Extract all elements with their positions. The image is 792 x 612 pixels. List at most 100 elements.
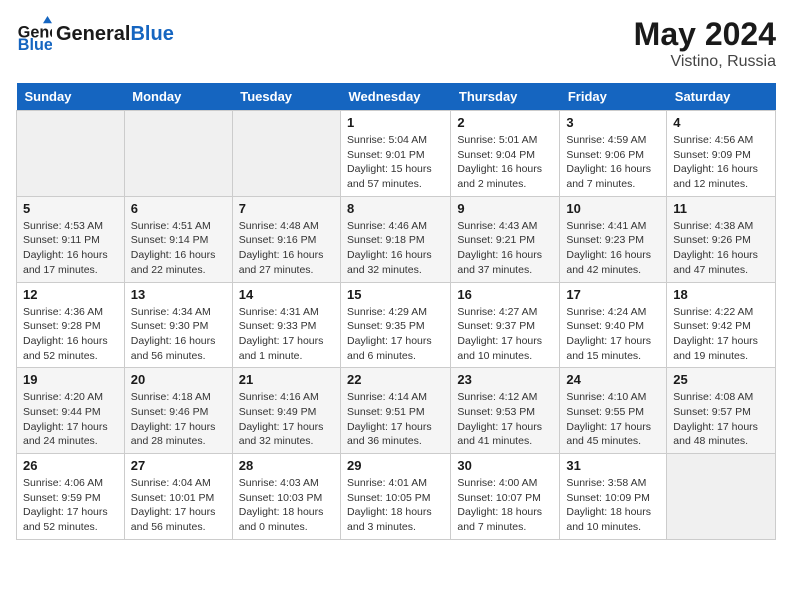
day-number: 4 xyxy=(673,115,769,130)
day-number: 6 xyxy=(131,201,226,216)
day-info: Sunrise: 4:59 AMSunset: 9:06 PMDaylight:… xyxy=(566,133,660,192)
day-info: Sunrise: 4:12 AMSunset: 9:53 PMDaylight:… xyxy=(457,390,553,449)
day-number: 19 xyxy=(23,372,118,387)
calendar-cell: 17Sunrise: 4:24 AMSunset: 9:40 PMDayligh… xyxy=(560,282,667,368)
calendar-cell: 26 Sunrise: 4:06 AMSunset: 9:59 PMDayligh… xyxy=(17,454,125,540)
day-info: Sunrise: 4:00 AMSunset: 10:07 PMDaylight… xyxy=(457,476,553,535)
day-info: Sunrise: 4:53 AMSunset: 9:11 PMDaylight:… xyxy=(23,219,118,278)
calendar-cell: 28Sunrise: 4:03 AMSunset: 10:03 PMDaylig… xyxy=(232,454,340,540)
calendar-cell: 5 Sunrise: 4:53 AMSunset: 9:11 PMDaylight… xyxy=(17,196,125,282)
day-info: Sunrise: 4:14 AMSunset: 9:51 PMDaylight:… xyxy=(347,390,444,449)
logo: General Blue GeneralBlue xyxy=(16,16,174,52)
calendar-cell xyxy=(667,454,776,540)
calendar-cell: 9 Sunrise: 4:43 AMSunset: 9:21 PMDaylight… xyxy=(451,196,560,282)
calendar-cell: 1 Sunrise: 5:04 AMSunset: 9:01 PMDaylight… xyxy=(341,111,451,197)
month-year: May 2024 xyxy=(634,16,776,53)
day-info: Sunrise: 4:29 AMSunset: 9:35 PMDaylight:… xyxy=(347,305,444,364)
day-info: Sunrise: 4:18 AMSunset: 9:46 PMDaylight:… xyxy=(131,390,226,449)
calendar-table: SundayMondayTuesdayWednesdayThursdayFrid… xyxy=(16,83,776,540)
calendar-cell: 19 Sunrise: 4:20 AMSunset: 9:44 PMDayligh… xyxy=(17,368,125,454)
calendar-week-row: 19 Sunrise: 4:20 AMSunset: 9:44 PMDayligh… xyxy=(17,368,776,454)
day-info: Sunrise: 4:51 AMSunset: 9:14 PMDaylight:… xyxy=(131,219,226,278)
day-info: Sunrise: 4:06 AMSunset: 9:59 PMDaylight:… xyxy=(23,476,118,535)
calendar-cell: 3 Sunrise: 4:59 AMSunset: 9:06 PMDaylight… xyxy=(560,111,667,197)
calendar-cell: 8 Sunrise: 4:46 AMSunset: 9:18 PMDaylight… xyxy=(341,196,451,282)
calendar-cell: 31Sunrise: 3:58 AMSunset: 10:09 PMDaylig… xyxy=(560,454,667,540)
calendar-cell: 25 Sunrise: 4:08 AMSunset: 9:57 PMDayligh… xyxy=(667,368,776,454)
calendar-cell: 21 Sunrise: 4:16 AMSunset: 9:49 PMDayligh… xyxy=(232,368,340,454)
calendar-cell: 2Sunrise: 5:01 AMSunset: 9:04 PMDaylight… xyxy=(451,111,560,197)
weekday-header: Monday xyxy=(124,83,232,111)
weekday-header: Tuesday xyxy=(232,83,340,111)
day-info: Sunrise: 4:10 AMSunset: 9:55 PMDaylight:… xyxy=(566,390,660,449)
day-info: Sunrise: 4:27 AMSunset: 9:37 PMDaylight:… xyxy=(457,305,553,364)
day-number: 11 xyxy=(673,201,769,216)
day-info: Sunrise: 4:24 AMSunset: 9:40 PMDaylight:… xyxy=(566,305,660,364)
calendar-cell xyxy=(124,111,232,197)
calendar-cell: 20 Sunrise: 4:18 AMSunset: 9:46 PMDayligh… xyxy=(124,368,232,454)
day-number: 3 xyxy=(566,115,660,130)
day-number: 15 xyxy=(347,287,444,302)
day-info: Sunrise: 4:48 AMSunset: 9:16 PMDaylight:… xyxy=(239,219,334,278)
logo-general: General xyxy=(56,23,130,45)
page-header: General Blue GeneralBlue May 2024 Vistin… xyxy=(16,16,776,71)
location: Vistino, Russia xyxy=(634,53,776,71)
calendar-cell: 30Sunrise: 4:00 AMSunset: 10:07 PMDaylig… xyxy=(451,454,560,540)
day-info: Sunrise: 4:04 AMSunset: 10:01 PMDaylight… xyxy=(131,476,226,535)
calendar-cell: 15 Sunrise: 4:29 AMSunset: 9:35 PMDayligh… xyxy=(341,282,451,368)
weekday-header: Thursday xyxy=(451,83,560,111)
day-number: 12 xyxy=(23,287,118,302)
day-number: 5 xyxy=(23,201,118,216)
day-number: 8 xyxy=(347,201,444,216)
day-number: 27 xyxy=(131,458,226,473)
day-info: Sunrise: 4:56 AMSunset: 9:09 PMDaylight:… xyxy=(673,133,769,192)
calendar-cell: 29Sunrise: 4:01 AMSunset: 10:05 PMDaylig… xyxy=(341,454,451,540)
day-number: 24 xyxy=(566,372,660,387)
calendar-cell: 23Sunrise: 4:12 AMSunset: 9:53 PMDayligh… xyxy=(451,368,560,454)
day-number: 18 xyxy=(673,287,769,302)
day-info: Sunrise: 4:38 AMSunset: 9:26 PMDaylight:… xyxy=(673,219,769,278)
day-number: 26 xyxy=(23,458,118,473)
day-number: 1 xyxy=(347,115,444,130)
day-info: Sunrise: 3:58 AMSunset: 10:09 PMDaylight… xyxy=(566,476,660,535)
day-number: 20 xyxy=(131,372,226,387)
weekday-header: Wednesday xyxy=(341,83,451,111)
day-number: 2 xyxy=(457,115,553,130)
logo-icon: General Blue xyxy=(16,16,52,52)
title-block: May 2024 Vistino, Russia xyxy=(634,16,776,71)
calendar-week-row: 1 Sunrise: 5:04 AMSunset: 9:01 PMDaylight… xyxy=(17,111,776,197)
calendar-cell: 27 Sunrise: 4:04 AMSunset: 10:01 PMDaylig… xyxy=(124,454,232,540)
calendar-cell xyxy=(17,111,125,197)
calendar-cell: 12 Sunrise: 4:36 AMSunset: 9:28 PMDayligh… xyxy=(17,282,125,368)
weekday-header: Saturday xyxy=(667,83,776,111)
calendar-cell: 10 Sunrise: 4:41 AMSunset: 9:23 PMDayligh… xyxy=(560,196,667,282)
calendar-cell: 16Sunrise: 4:27 AMSunset: 9:37 PMDayligh… xyxy=(451,282,560,368)
day-info: Sunrise: 4:16 AMSunset: 9:49 PMDaylight:… xyxy=(239,390,334,449)
day-number: 22 xyxy=(347,372,444,387)
calendar-cell: 7Sunrise: 4:48 AMSunset: 9:16 PMDaylight… xyxy=(232,196,340,282)
day-number: 29 xyxy=(347,458,444,473)
weekday-header-row: SundayMondayTuesdayWednesdayThursdayFrid… xyxy=(17,83,776,111)
calendar-cell: 11 Sunrise: 4:38 AMSunset: 9:26 PMDayligh… xyxy=(667,196,776,282)
day-number: 25 xyxy=(673,372,769,387)
calendar-cell: 4 Sunrise: 4:56 AMSunset: 9:09 PMDaylight… xyxy=(667,111,776,197)
day-info: Sunrise: 4:41 AMSunset: 9:23 PMDaylight:… xyxy=(566,219,660,278)
calendar-cell: 18 Sunrise: 4:22 AMSunset: 9:42 PMDayligh… xyxy=(667,282,776,368)
day-info: Sunrise: 4:22 AMSunset: 9:42 PMDaylight:… xyxy=(673,305,769,364)
calendar-cell: 14Sunrise: 4:31 AMSunset: 9:33 PMDayligh… xyxy=(232,282,340,368)
day-number: 13 xyxy=(131,287,226,302)
day-info: Sunrise: 4:43 AMSunset: 9:21 PMDaylight:… xyxy=(457,219,553,278)
calendar-week-row: 26 Sunrise: 4:06 AMSunset: 9:59 PMDayligh… xyxy=(17,454,776,540)
day-number: 21 xyxy=(239,372,334,387)
day-number: 10 xyxy=(566,201,660,216)
day-info: Sunrise: 4:20 AMSunset: 9:44 PMDaylight:… xyxy=(23,390,118,449)
day-info: Sunrise: 5:04 AMSunset: 9:01 PMDaylight:… xyxy=(347,133,444,192)
day-number: 28 xyxy=(239,458,334,473)
calendar-cell: 22 Sunrise: 4:14 AMSunset: 9:51 PMDayligh… xyxy=(341,368,451,454)
day-info: Sunrise: 4:08 AMSunset: 9:57 PMDaylight:… xyxy=(673,390,769,449)
day-number: 9 xyxy=(457,201,553,216)
day-number: 14 xyxy=(239,287,334,302)
day-info: Sunrise: 4:36 AMSunset: 9:28 PMDaylight:… xyxy=(23,305,118,364)
svg-text:Blue: Blue xyxy=(18,36,52,52)
day-info: Sunrise: 4:46 AMSunset: 9:18 PMDaylight:… xyxy=(347,219,444,278)
